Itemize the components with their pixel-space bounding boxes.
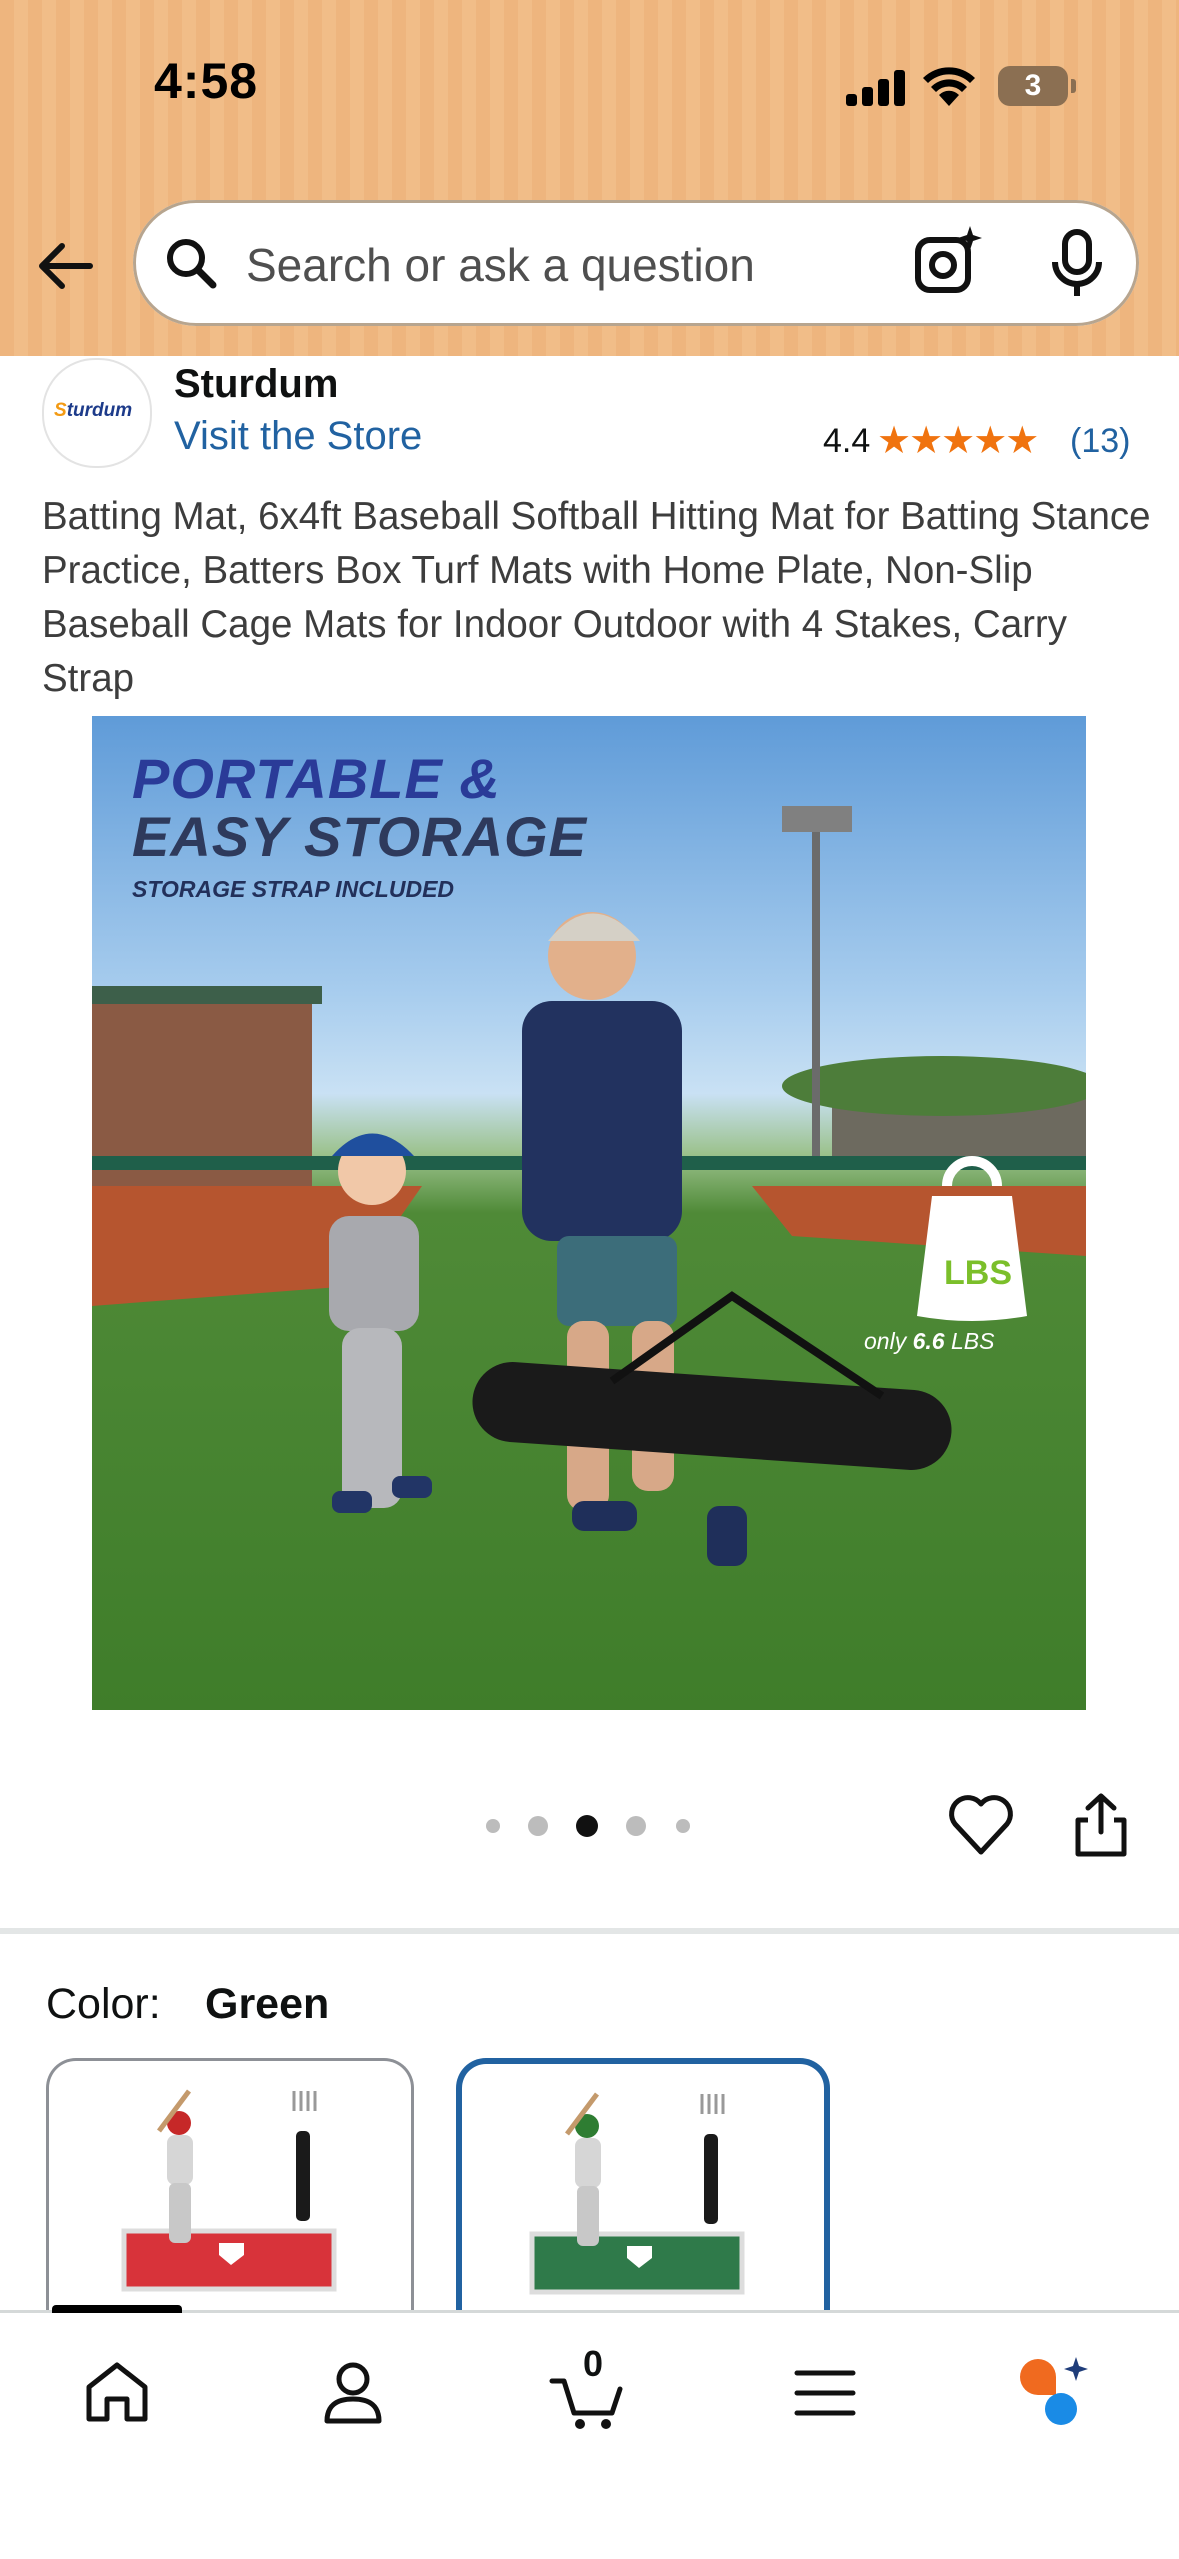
brand-logo[interactable]: Sturdum: [42, 358, 152, 468]
carousel-dot-active[interactable]: [576, 1815, 598, 1837]
search-icon: [167, 239, 217, 289]
battery-icon: 3: [998, 66, 1076, 106]
cellular-signal-icon: [846, 68, 906, 106]
promo-subline: STORAGE STRAP INCLUDED: [132, 876, 455, 902]
carousel-dot[interactable]: [626, 1816, 646, 1836]
search-bar[interactable]: Search or ask a question: [133, 200, 1139, 326]
menu-icon[interactable]: [785, 2353, 865, 2433]
active-tab-indicator: [52, 2305, 182, 2313]
back-arrow-icon[interactable]: [30, 230, 102, 302]
status-time: 4:58: [154, 53, 259, 109]
rating-count[interactable]: (13): [1070, 422, 1130, 461]
header: 4:58 3 Search or ask a question: [0, 0, 1179, 356]
section-divider: [0, 1928, 1179, 1934]
color-swatch-green[interactable]: [456, 2058, 830, 2324]
promo-headline-2: EASY STORAGE: [132, 805, 587, 868]
home-icon[interactable]: [77, 2353, 157, 2433]
weight-icon-label: LBS: [944, 1254, 1012, 1292]
rating-value[interactable]: 4.4: [823, 422, 870, 461]
account-icon[interactable]: [313, 2353, 393, 2433]
bottom-nav: 0: [0, 2305, 1179, 2559]
product-title: Batting Mat, 6x4ft Baseball Softball Hit…: [42, 495, 1151, 700]
share-icon[interactable]: [1066, 1790, 1136, 1860]
visit-store-link[interactable]: Visit the Store: [174, 414, 422, 459]
cart-count[interactable]: 0: [583, 2343, 603, 2385]
color-label: Color:: [46, 1980, 161, 2028]
battery-level: 3: [998, 66, 1068, 106]
promo-headline-1: PORTABLE &: [132, 747, 501, 810]
brand-name: Sturdum: [174, 362, 339, 406]
carousel-dot[interactable]: [528, 1816, 548, 1836]
carousel-dot[interactable]: [676, 1819, 690, 1833]
carousel-dot[interactable]: [486, 1819, 500, 1833]
heart-icon[interactable]: [946, 1790, 1016, 1860]
color-value: Green: [205, 1980, 330, 2028]
microphone-icon[interactable]: [1039, 226, 1115, 302]
wifi-icon: [923, 67, 975, 106]
weight-text: only 6.6 LBS: [864, 1328, 995, 1354]
color-swatch-red[interactable]: [46, 2058, 414, 2321]
search-placeholder[interactable]: Search or ask a question: [246, 238, 755, 292]
rating-stars[interactable]: ★★★★★: [877, 418, 1039, 463]
camera-icon[interactable]: [910, 224, 988, 302]
product-image[interactable]: PORTABLE & EASY STORAGE STORAGE STRAP IN…: [92, 716, 1086, 1710]
rufus-assistant-icon[interactable]: [1016, 2353, 1096, 2433]
